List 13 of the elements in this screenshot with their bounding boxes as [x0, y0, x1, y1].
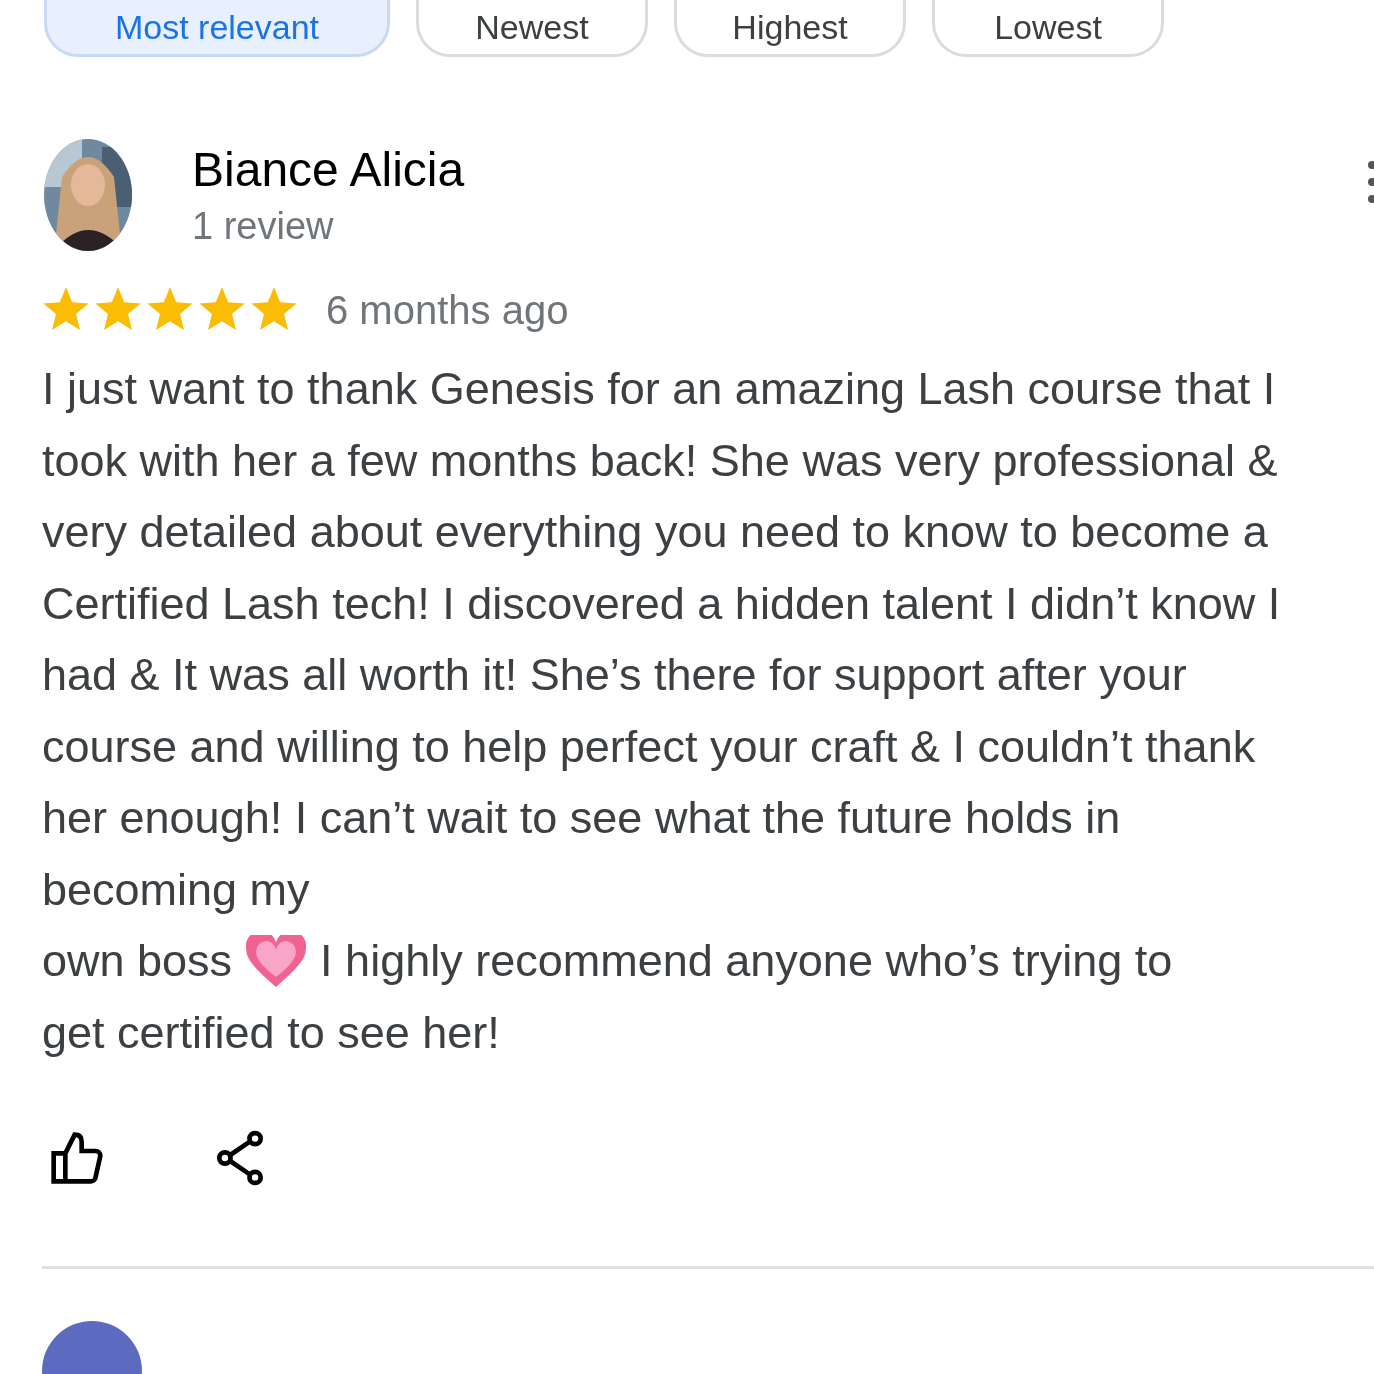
thumbs-up-icon[interactable]	[48, 1130, 106, 1186]
sort-chip[interactable]: Newest	[416, 0, 648, 57]
review-date: 6 months ago	[326, 287, 569, 333]
reviewer-name[interactable]: Biance Alicia	[192, 142, 465, 197]
review-count: 1 review	[192, 205, 335, 248]
share-icon[interactable]	[214, 1130, 266, 1186]
review-text: I highly recommend anyone who’s trying to	[320, 934, 1173, 988]
heart-icon	[246, 934, 307, 987]
sort-chip[interactable]: Most relevant	[44, 0, 390, 57]
sort-chip[interactable]: Highest	[674, 0, 906, 57]
review-text: get certified to see her!	[42, 1006, 500, 1058]
review-text: own boss	[42, 934, 233, 988]
sort-chip[interactable]: Lowest	[932, 0, 1164, 57]
